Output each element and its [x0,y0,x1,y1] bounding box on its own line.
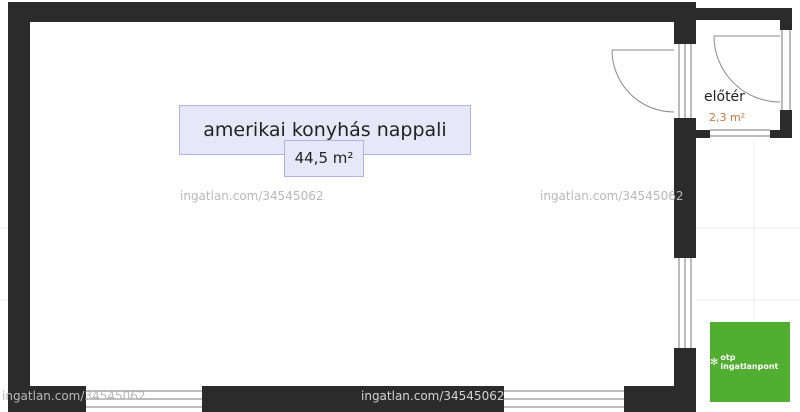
door-swing-main [611,49,675,113]
small-room-area: 2,3 m² [709,111,746,124]
right-wall-window-lower [674,258,696,348]
small-room-bottom-window [710,128,770,138]
otp-logo: ✻ otp ingatlanpont [710,322,790,402]
right-wall-window-upper [674,44,696,118]
watermark: ingatlan.com/34545062 [361,389,505,403]
watermark: ingatlan.com/34545062 [540,189,684,203]
bottom-wall-window-right [504,386,624,412]
left-wall [8,2,30,412]
small-room-name: előtér [704,89,745,105]
watermark: ingatlan.com/34545062 [180,189,324,203]
small-room-top-wall [694,8,792,20]
room-area-label: 44,5 m² [284,140,364,177]
otp-logo-icon: ✻ [710,356,719,368]
watermark: ingatlan.com/34545062 [2,389,146,403]
logo-text: otp ingatlanpont [720,353,779,371]
floor-plan [0,2,800,412]
top-wall [8,2,696,22]
